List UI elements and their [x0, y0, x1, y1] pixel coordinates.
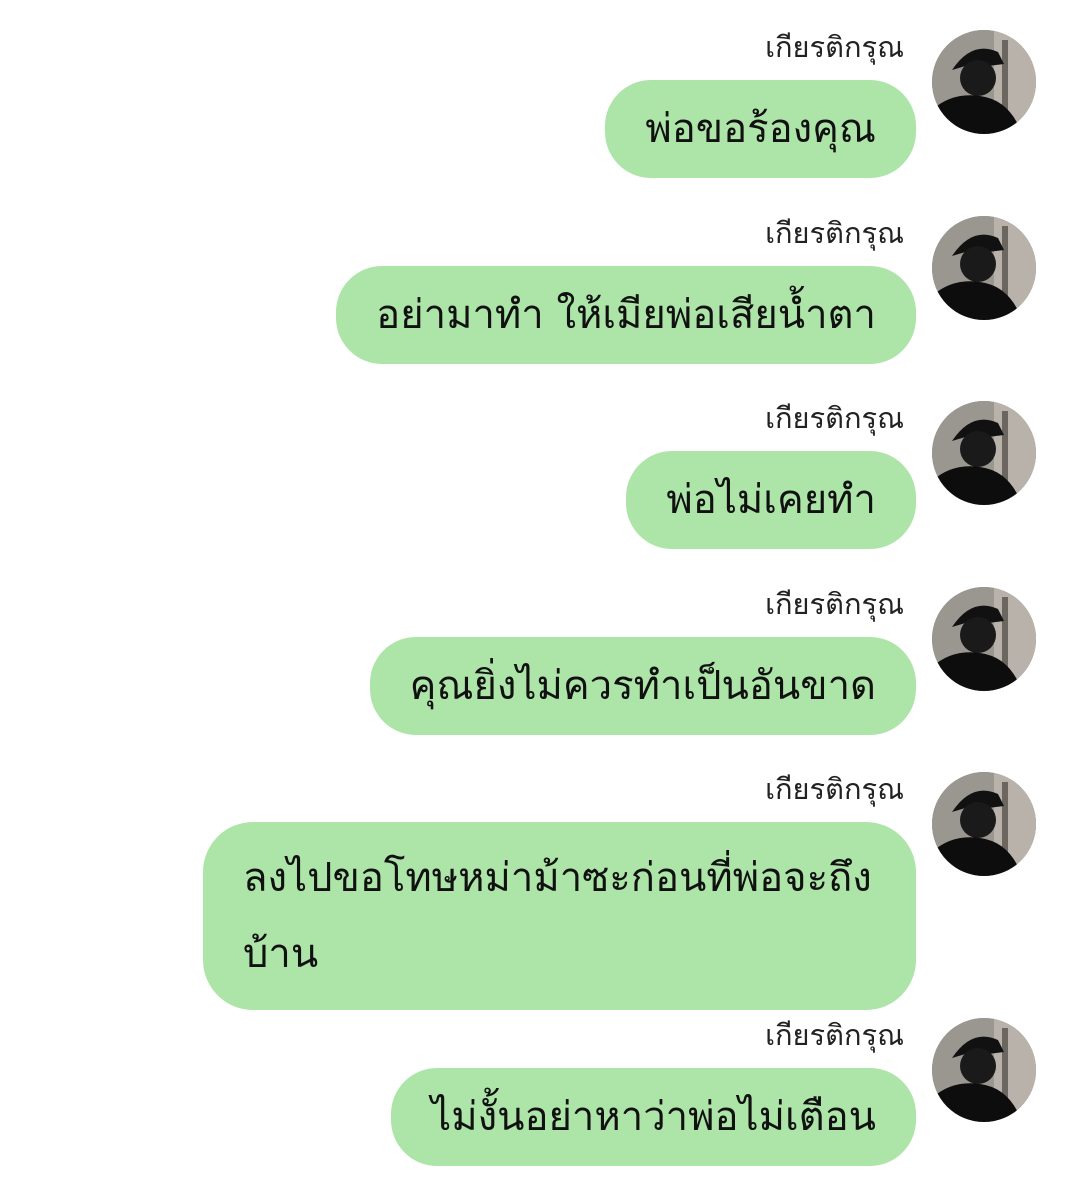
avatar[interactable]	[932, 772, 1036, 876]
person-avatar-icon	[932, 30, 1036, 134]
sender-name: เกียรติกรุณ	[765, 30, 904, 64]
message-row: เกียรติกรุณ พ่อขอร้องคุณ	[0, 30, 1075, 180]
person-avatar-icon	[932, 216, 1036, 320]
sender-name: เกียรติกรุณ	[765, 1018, 904, 1052]
message-row: เกียรติกรุณ คุณยิ่งไม่ควรทำเป็นอันขาด	[0, 587, 1075, 737]
person-avatar-icon	[932, 772, 1036, 876]
message-bubble[interactable]: ลงไปขอโทษหม่าม้าซะก่อนที่พ่อจะถึงบ้าน	[203, 822, 916, 1010]
message-bubble[interactable]: พ่อขอร้องคุณ	[605, 80, 916, 178]
message-bubble[interactable]: คุณยิ่งไม่ควรทำเป็นอันขาด	[369, 637, 916, 735]
message-bubble[interactable]: ไม่งั้นอย่าหาว่าพ่อไม่เตือน	[391, 1068, 916, 1166]
person-avatar-icon	[932, 587, 1036, 691]
person-avatar-icon	[932, 401, 1036, 505]
avatar[interactable]	[932, 587, 1036, 691]
message-row: เกียรติกรุณ อย่ามาทำ ให้เมียพ่อเสียน้ำตา	[0, 216, 1075, 366]
sender-name: เกียรติกรุณ	[765, 772, 904, 806]
sender-name: เกียรติกรุณ	[765, 587, 904, 621]
avatar[interactable]	[932, 1018, 1036, 1122]
avatar[interactable]	[932, 216, 1036, 320]
sender-name: เกียรติกรุณ	[765, 216, 904, 250]
sender-name: เกียรติกรุณ	[765, 401, 904, 435]
message-row: เกียรติกรุณ พ่อไม่เคยทำ	[0, 401, 1075, 551]
avatar[interactable]	[932, 401, 1036, 505]
message-bubble[interactable]: พ่อไม่เคยทำ	[626, 451, 916, 549]
person-avatar-icon	[932, 1018, 1036, 1122]
message-row: เกียรติกรุณ ลงไปขอโทษหม่าม้าซะก่อนที่พ่อ…	[0, 772, 1075, 1010]
message-row: เกียรติกรุณ ไม่งั้นอย่าหาว่าพ่อไม่เตือน	[0, 1018, 1075, 1168]
message-bubble[interactable]: อย่ามาทำ ให้เมียพ่อเสียน้ำตา	[336, 266, 916, 364]
avatar[interactable]	[932, 30, 1036, 134]
